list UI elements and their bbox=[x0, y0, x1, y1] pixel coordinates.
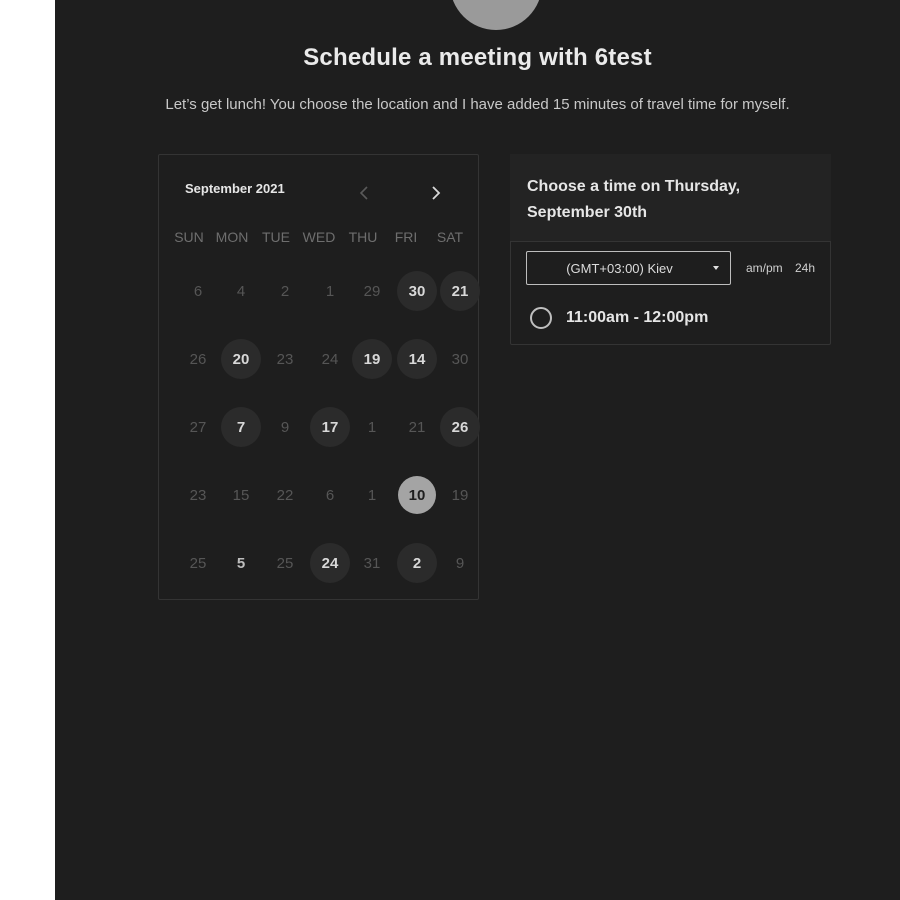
weekday-label: TUE bbox=[262, 229, 290, 245]
calendar-day: 30 bbox=[451, 350, 469, 368]
calendar-day[interactable]: 2 bbox=[397, 543, 437, 583]
calendar-day-selected[interactable]: 10 bbox=[398, 476, 436, 514]
calendar-day: 15 bbox=[232, 486, 250, 504]
time-slot-radio[interactable] bbox=[530, 307, 552, 329]
calendar-day: 1 bbox=[367, 418, 377, 436]
calendar-day: 26 bbox=[189, 350, 207, 368]
calendar-day: 21 bbox=[408, 418, 426, 436]
calendar-day: 1 bbox=[367, 486, 377, 504]
weekday-label: MON bbox=[215, 229, 249, 245]
weekday-label: SUN bbox=[174, 229, 204, 245]
calendar-day: 5 bbox=[236, 554, 246, 572]
timezone-value: (GMT+03:00) Kiev bbox=[566, 260, 673, 276]
calendar-day[interactable]: 20 bbox=[221, 339, 261, 379]
calendar-day: 25 bbox=[276, 554, 294, 572]
calendar-day[interactable]: 7 bbox=[221, 407, 261, 447]
calendar-day[interactable]: 14 bbox=[397, 339, 437, 379]
calendar-day: 25 bbox=[189, 554, 207, 572]
calendar-day: 19 bbox=[451, 486, 469, 504]
timezone-select[interactable]: (GMT+03:00) Kiev bbox=[526, 251, 731, 285]
chevron-right-icon bbox=[432, 186, 441, 200]
calendar-month-label: September 2021 bbox=[185, 181, 285, 196]
weekday-label: WED bbox=[302, 229, 336, 245]
calendar-day: 22 bbox=[276, 486, 294, 504]
calendar-day: 29 bbox=[363, 282, 381, 300]
weekday-label: SAT bbox=[436, 229, 464, 245]
time-slot-label[interactable]: 11:00am - 12:00pm bbox=[566, 309, 708, 327]
calendar-day[interactable]: 19 bbox=[352, 339, 392, 379]
calendar-day[interactable]: 21 bbox=[440, 271, 480, 311]
calendar-day[interactable]: 30 bbox=[397, 271, 437, 311]
calendar-day: 27 bbox=[189, 418, 207, 436]
calendar-day: 23 bbox=[189, 486, 207, 504]
format-12h-toggle[interactable]: am/pm bbox=[746, 261, 783, 275]
calendar-day: 6 bbox=[325, 486, 335, 504]
calendar-day: 2 bbox=[280, 282, 290, 300]
page-title: Schedule a meeting with 6test bbox=[303, 44, 652, 71]
calendar-day: 1 bbox=[325, 282, 335, 300]
time-picker-heading: Choose a time on Thursday, September 30t… bbox=[527, 178, 741, 221]
calendar-day[interactable]: 26 bbox=[440, 407, 480, 447]
calendar-day: 6 bbox=[193, 282, 203, 300]
calendar-day: 31 bbox=[363, 554, 381, 572]
weekday-label: THU bbox=[348, 229, 378, 245]
calendar-day: 23 bbox=[276, 350, 294, 368]
calendar-day[interactable]: 24 bbox=[310, 543, 350, 583]
next-month-button[interactable] bbox=[424, 180, 448, 206]
calendar-day: 4 bbox=[236, 282, 246, 300]
calendar-day: 9 bbox=[455, 554, 465, 572]
calendar-day: 9 bbox=[280, 418, 290, 436]
calendar-day[interactable]: 17 bbox=[310, 407, 350, 447]
format-24h-toggle[interactable]: 24h bbox=[795, 261, 815, 275]
chevron-left-icon bbox=[359, 186, 368, 200]
calendar-day: 24 bbox=[321, 350, 339, 368]
prev-month-button[interactable] bbox=[352, 180, 376, 206]
weekday-label: FRI bbox=[394, 229, 418, 245]
caret-down-icon bbox=[713, 266, 719, 270]
meeting-description: Let’s get lunch! You choose the location… bbox=[165, 96, 790, 113]
